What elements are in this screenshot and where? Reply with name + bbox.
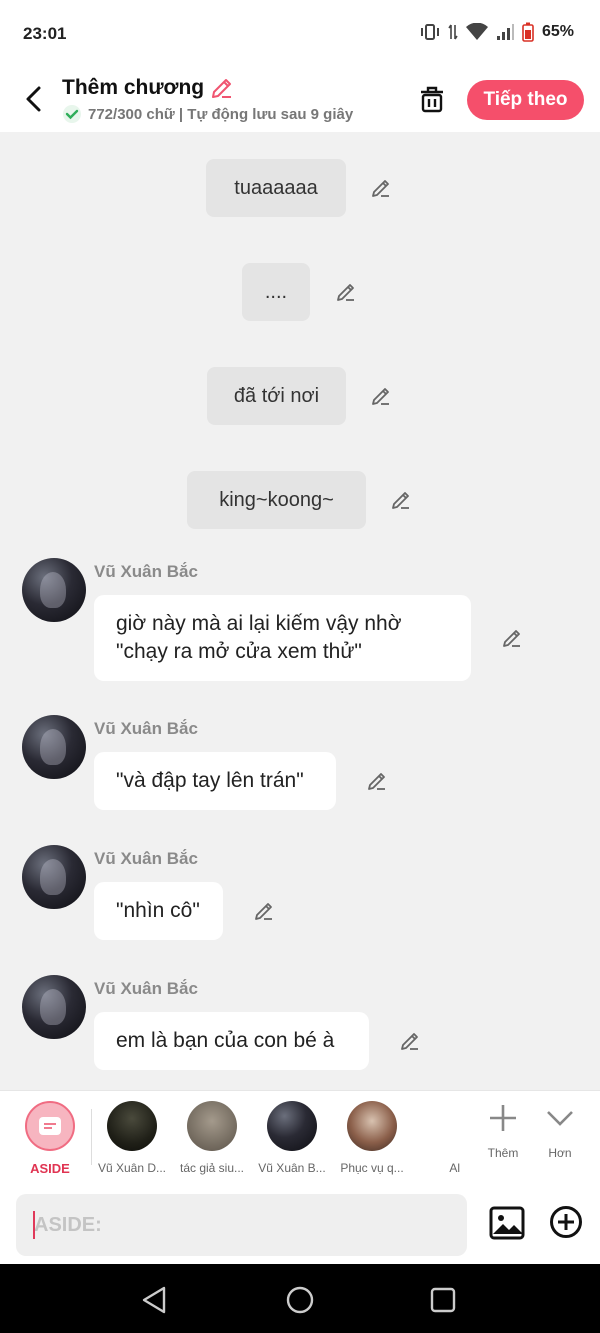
delete-button[interactable] <box>416 84 448 116</box>
wifi-icon <box>465 23 488 40</box>
avatar <box>107 1101 157 1151</box>
title-block: Thêm chương 772/300 chữ | Tự động lưu sa… <box>62 76 353 124</box>
sender-name: Vũ Xuân Bắc <box>94 979 198 998</box>
data-arrows-icon <box>448 24 458 40</box>
status-bar: 23:01 65% <box>0 0 600 68</box>
message-bubble[interactable]: "và đập tay lên trán" <box>94 752 336 810</box>
narration-bubble[interactable]: king~koong~ <box>187 471 366 529</box>
chevron-left-icon <box>26 86 41 112</box>
chevron-down-icon <box>547 1111 573 1126</box>
message-text: "nhìn cô" <box>116 899 200 922</box>
character-label: Phục vụ q... <box>340 1161 404 1175</box>
character-item[interactable]: Vũ Xuân D... <box>92 1101 172 1175</box>
header: Thêm chương 772/300 chữ | Tự động lưu sa… <box>0 68 600 132</box>
character-label: Vũ Xuân B... <box>258 1161 326 1175</box>
add-label: Thêm <box>487 1146 519 1160</box>
sender-name: Vũ Xuân Bắc <box>94 849 198 868</box>
plus-circle-icon <box>550 1206 582 1238</box>
sender-name: Vũ Xuân Bắc <box>94 562 198 581</box>
message-text: em là bạn của con bé à <box>116 1029 335 1052</box>
character-aside[interactable]: ASIDE <box>10 1101 90 1176</box>
image-icon <box>489 1206 525 1240</box>
more-label: Hơn <box>548 1146 572 1160</box>
character-bar: ASIDE Vũ Xuân D... tác giả siu... Vũ Xuâ… <box>0 1090 600 1184</box>
avatar[interactable] <box>22 975 86 1039</box>
aside-label: ASIDE <box>30 1161 70 1176</box>
back-button[interactable] <box>18 82 48 116</box>
narration-bubble[interactable]: đã tới nơi <box>207 367 346 425</box>
edit-pencil-icon[interactable] <box>389 488 413 512</box>
character-label: Al <box>449 1161 460 1175</box>
edit-pencil-icon[interactable] <box>500 626 524 650</box>
edit-pencil-icon[interactable] <box>369 384 393 408</box>
text-caret <box>33 1211 35 1239</box>
character-item[interactable]: Al <box>410 1101 460 1175</box>
character-label: Vũ Xuân D... <box>97 1161 167 1175</box>
edit-title-icon[interactable] <box>210 76 234 100</box>
insert-image-button[interactable] <box>489 1205 525 1241</box>
nav-home-button[interactable] <box>284 1284 316 1316</box>
narration-bubble[interactable]: tuaaaaaa <box>206 159 346 217</box>
aside-avatar <box>25 1101 75 1151</box>
avatar[interactable] <box>22 558 86 622</box>
circle-home-icon <box>286 1286 314 1314</box>
message-text: "chạy ra mở cửa xem thử" <box>116 640 362 663</box>
system-nav-bar <box>0 1264 600 1333</box>
add-character-button[interactable]: Thêm <box>478 1103 528 1160</box>
character-item[interactable]: Vũ Xuân B... <box>252 1101 332 1175</box>
plus-icon <box>490 1105 516 1131</box>
edit-pencil-icon[interactable] <box>398 1029 422 1053</box>
nav-back-button[interactable] <box>138 1284 170 1316</box>
message-text: "và đập tay lên trán" <box>116 769 304 792</box>
more-button[interactable]: Hơn <box>535 1103 585 1160</box>
message-text: giờ này mà ai lại kiếm vậy nhờ <box>116 612 402 635</box>
avatar <box>436 1101 460 1151</box>
message-bubble[interactable]: "nhìn cô" <box>94 882 223 940</box>
page-title: Thêm chương <box>62 76 205 99</box>
edit-pencil-icon[interactable] <box>334 280 358 304</box>
status-icons: 65% <box>420 22 574 42</box>
avatar[interactable] <box>22 845 86 909</box>
message-bubble[interactable]: giờ này mà ai lại kiếm vậy nhờ "chạy ra … <box>94 595 471 681</box>
nav-recents-button[interactable] <box>427 1284 459 1316</box>
edit-pencil-icon[interactable] <box>369 176 393 200</box>
avatar[interactable] <box>22 715 86 779</box>
character-label: tác giả siu... <box>179 1161 245 1175</box>
avatar <box>187 1101 237 1151</box>
character-item[interactable]: tác giả siu... <box>172 1101 252 1175</box>
sender-name: Vũ Xuân Bắc <box>94 719 198 738</box>
chat-bubble-icon <box>39 1117 61 1135</box>
battery-icon <box>522 22 534 42</box>
avatar <box>347 1101 397 1151</box>
battery-percent: 65% <box>541 23 574 40</box>
edit-pencil-icon[interactable] <box>365 769 389 793</box>
status-time: 23:01 <box>23 24 67 43</box>
square-recents-icon <box>430 1287 456 1313</box>
message-input[interactable] <box>16 1194 467 1256</box>
trash-icon <box>421 86 443 113</box>
next-button[interactable]: Tiếp theo <box>467 80 584 120</box>
chat-area[interactable]: tuaaaaaa .... đã tới nơi king~koong~ Vũ … <box>0 132 600 1090</box>
triangle-back-icon <box>142 1286 166 1314</box>
vibrate-icon <box>420 24 439 40</box>
character-item[interactable]: Phục vụ q... <box>332 1101 412 1175</box>
narration-bubble[interactable]: .... <box>242 263 310 321</box>
signal-icon <box>496 24 514 40</box>
avatar <box>267 1101 317 1151</box>
add-content-button[interactable] <box>549 1205 583 1239</box>
edit-pencil-icon[interactable] <box>252 899 276 923</box>
check-icon <box>63 105 81 123</box>
message-bubble[interactable]: em là bạn của con bé à <box>94 1012 369 1070</box>
composer <box>0 1184 600 1264</box>
word-count-status: 772/300 chữ | Tự động lưu sau 9 giây <box>88 105 354 123</box>
